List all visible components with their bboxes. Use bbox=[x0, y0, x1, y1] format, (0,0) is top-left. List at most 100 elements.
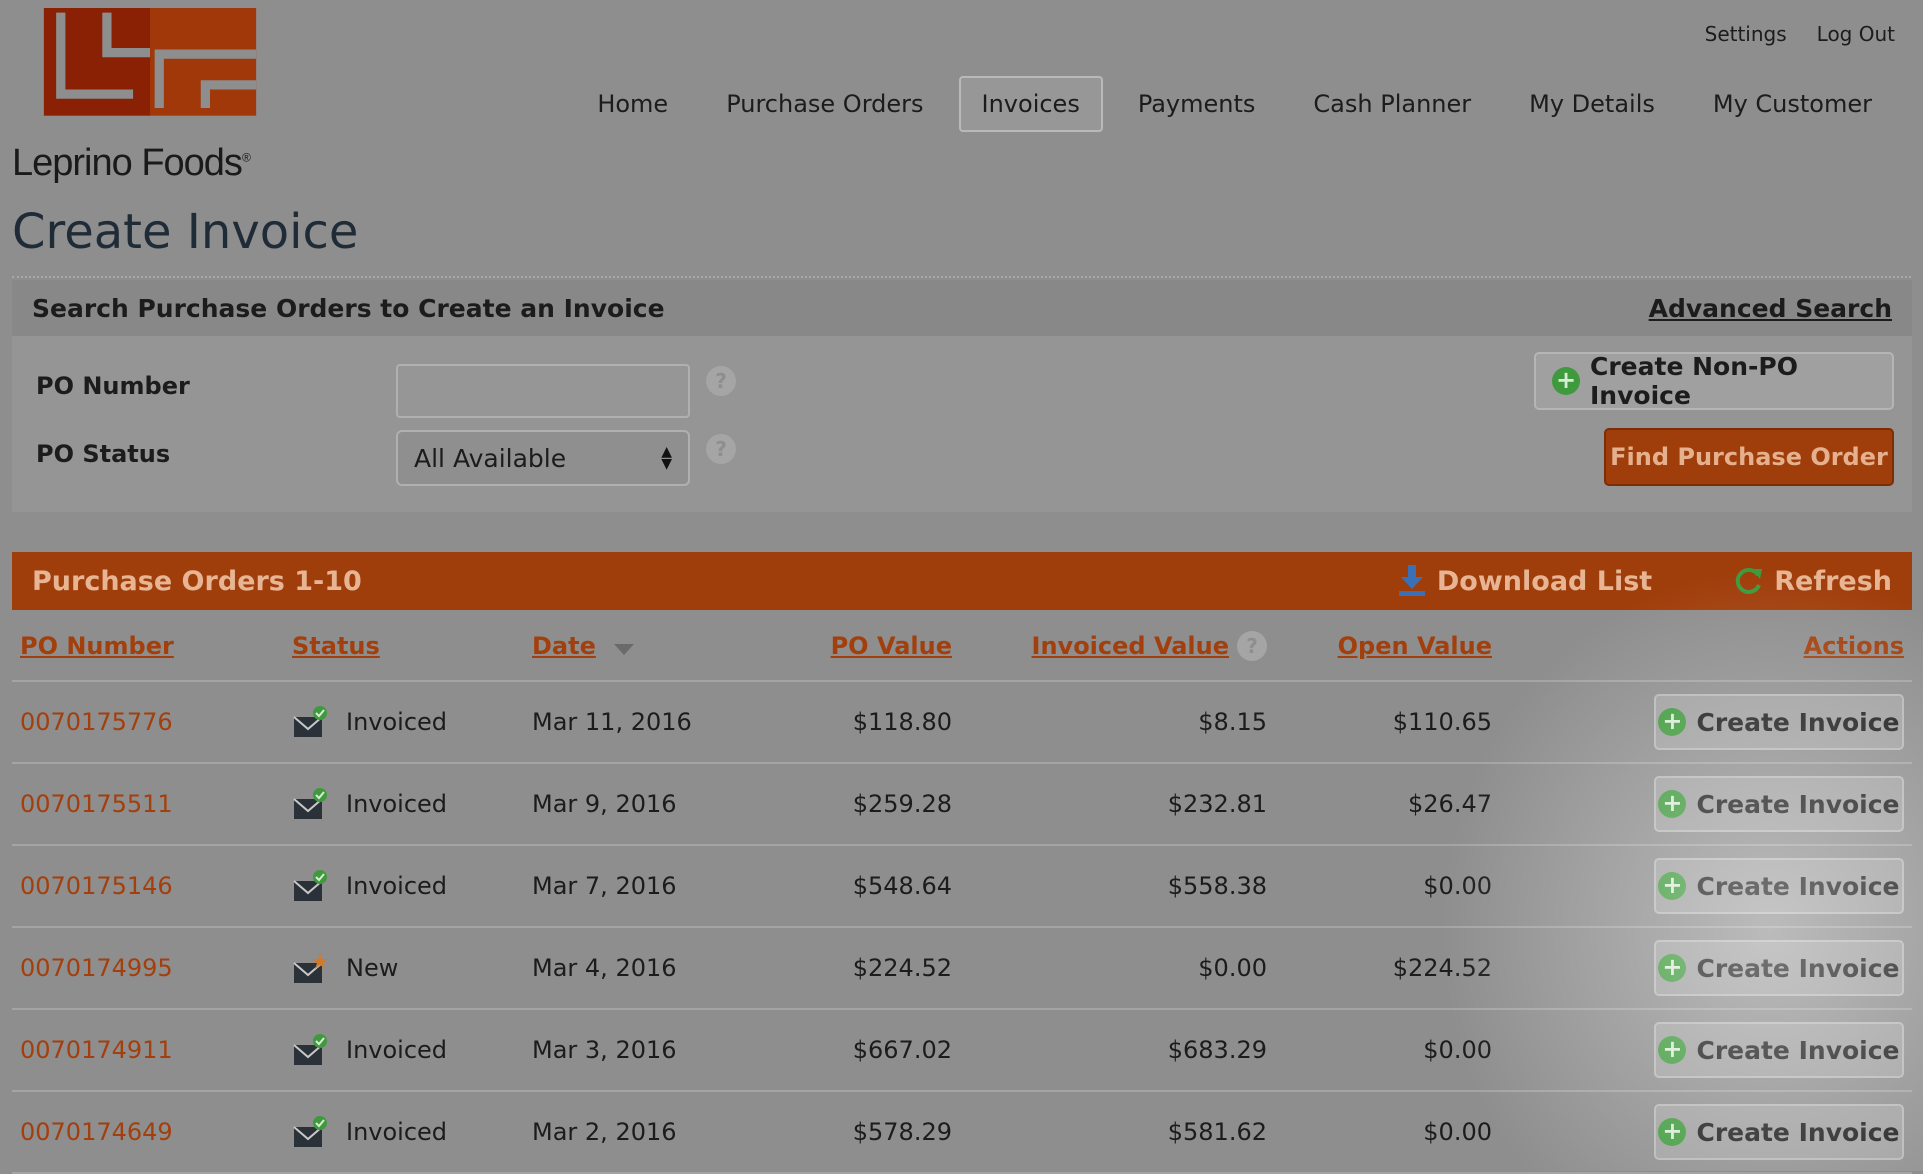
plus-circle-icon: + bbox=[1658, 1118, 1687, 1146]
create-invoice-label: Create Invoice bbox=[1696, 953, 1900, 983]
po-value-cell: $667.02 bbox=[852, 1036, 952, 1064]
po-value-cell: $118.80 bbox=[852, 708, 952, 736]
purchase-orders-count: Purchase Orders 1-10 bbox=[32, 565, 362, 597]
download-list-label: Download List bbox=[1436, 565, 1653, 597]
create-invoice-button[interactable]: + Create Invoice bbox=[1654, 694, 1904, 750]
open-value-cell: $0.00 bbox=[1423, 1036, 1492, 1064]
invoiced-value-cell: $8.15 bbox=[1198, 708, 1267, 736]
create-invoice-label: Create Invoice bbox=[1696, 1035, 1900, 1065]
create-invoice-button[interactable]: + Create Invoice bbox=[1654, 1104, 1904, 1160]
brand-name: Leprino Foods® bbox=[12, 142, 251, 184]
po-number-help-icon[interactable]: ? bbox=[706, 366, 736, 396]
create-non-po-invoice-label: Create Non-PO Invoice bbox=[1590, 352, 1798, 410]
create-non-po-invoice-button[interactable]: + Create Non-PO Invoice bbox=[1534, 352, 1894, 410]
refresh-button[interactable]: Refresh bbox=[1732, 565, 1892, 597]
col-date[interactable]: Date bbox=[532, 632, 596, 660]
po-number-link[interactable]: 0070175146 bbox=[20, 872, 173, 900]
col-actions[interactable]: Actions bbox=[1804, 632, 1904, 660]
create-invoice-button[interactable]: + Create Invoice bbox=[1654, 858, 1904, 914]
sort-desc-icon[interactable] bbox=[613, 644, 634, 655]
create-invoice-button[interactable]: + Create Invoice bbox=[1654, 1022, 1904, 1078]
nav-my-details[interactable]: My Details bbox=[1506, 76, 1678, 132]
po-status-selected: All Available bbox=[414, 443, 567, 473]
download-list-button[interactable]: Download List bbox=[1397, 565, 1652, 597]
table-body: 0070175776 Invoiced Mar 11, 2016 $118.80… bbox=[12, 682, 1912, 1174]
status-text: Invoiced bbox=[346, 872, 448, 900]
table-row: 0070174649 Invoiced Mar 2, 2016 $578.29 … bbox=[12, 1092, 1912, 1174]
create-invoice-label: Create Invoice bbox=[1696, 871, 1900, 901]
advanced-search-link[interactable]: Advanced Search bbox=[1649, 294, 1892, 323]
invoiced-value-cell: $683.29 bbox=[1167, 1036, 1267, 1064]
plus-circle-icon: + bbox=[1658, 872, 1687, 900]
plus-circle-icon: + bbox=[1658, 708, 1687, 736]
po-value-cell: $578.29 bbox=[852, 1118, 952, 1146]
open-value-cell: $0.00 bbox=[1423, 872, 1492, 900]
invoiced-value-help-icon[interactable]: ? bbox=[1237, 631, 1267, 661]
col-invoiced-value[interactable]: Invoiced Value bbox=[1032, 632, 1229, 660]
col-po-number[interactable]: PO Number bbox=[20, 632, 174, 660]
po-value-cell: $548.64 bbox=[852, 872, 952, 900]
logout-link[interactable]: Log Out bbox=[1817, 22, 1895, 46]
settings-link[interactable]: Settings bbox=[1705, 22, 1787, 46]
refresh-label: Refresh bbox=[1774, 565, 1892, 597]
table-row: 0070174995 New Mar 4, 2016 $224.52 $0.00… bbox=[12, 928, 1912, 1010]
nav-invoices[interactable]: Invoices bbox=[958, 76, 1103, 132]
po-number-input[interactable] bbox=[396, 364, 690, 418]
po-status-label: PO Status bbox=[36, 440, 171, 468]
search-panel-header: Search Purchase Orders to Create an Invo… bbox=[12, 280, 1912, 336]
refresh-icon bbox=[1736, 567, 1763, 594]
invoiced-value-cell: $581.62 bbox=[1167, 1118, 1267, 1146]
create-invoice-button[interactable]: + Create Invoice bbox=[1654, 940, 1904, 996]
date-cell: Mar 9, 2016 bbox=[532, 790, 677, 818]
nav-my-customer[interactable]: My Customer bbox=[1690, 76, 1895, 132]
invoiced-value-cell: $232.81 bbox=[1167, 790, 1267, 818]
po-status-select[interactable]: All Available ▲ ▼ bbox=[396, 430, 690, 486]
envelope-check-icon bbox=[292, 787, 328, 821]
col-status[interactable]: Status bbox=[292, 632, 380, 660]
col-open-value[interactable]: Open Value bbox=[1338, 632, 1492, 660]
plus-circle-icon: + bbox=[1658, 790, 1687, 818]
po-status-help-icon[interactable]: ? bbox=[706, 434, 736, 464]
download-icon bbox=[1398, 565, 1425, 596]
date-cell: Mar 11, 2016 bbox=[532, 708, 692, 736]
logo-mark-icon bbox=[43, 8, 257, 116]
envelope-check-icon bbox=[292, 705, 328, 739]
col-po-value[interactable]: PO Value bbox=[831, 632, 952, 660]
invoiced-value-cell: $558.38 bbox=[1167, 872, 1267, 900]
nav-cash-planner[interactable]: Cash Planner bbox=[1290, 76, 1494, 132]
date-cell: Mar 7, 2016 bbox=[532, 872, 677, 900]
po-number-link[interactable]: 0070175776 bbox=[20, 708, 173, 736]
envelope-check-icon bbox=[292, 869, 328, 903]
status-text: Invoiced bbox=[346, 708, 448, 736]
create-invoice-label: Create Invoice bbox=[1696, 1117, 1900, 1147]
po-number-label: PO Number bbox=[36, 372, 190, 400]
status-text: New bbox=[346, 954, 399, 982]
envelope-check-icon bbox=[292, 1033, 328, 1067]
nav-payments[interactable]: Payments bbox=[1115, 76, 1279, 132]
create-invoice-label: Create Invoice bbox=[1696, 707, 1900, 737]
utility-nav: Settings Log Out bbox=[1705, 22, 1895, 46]
plus-circle-icon: + bbox=[1658, 1036, 1687, 1064]
create-invoice-button[interactable]: + Create Invoice bbox=[1654, 776, 1904, 832]
po-number-link[interactable]: 0070174911 bbox=[20, 1036, 173, 1064]
table-row: 0070175776 Invoiced Mar 11, 2016 $118.80… bbox=[12, 682, 1912, 764]
date-cell: Mar 2, 2016 bbox=[532, 1118, 677, 1146]
table-row: 0070174911 Invoiced Mar 3, 2016 $667.02 … bbox=[12, 1010, 1912, 1092]
po-number-link[interactable]: 0070174649 bbox=[20, 1118, 173, 1146]
status-text: Invoiced bbox=[346, 790, 448, 818]
find-purchase-order-button[interactable]: Find Purchase Order bbox=[1604, 428, 1894, 486]
po-value-cell: $224.52 bbox=[852, 954, 952, 982]
po-number-link[interactable]: 0070174995 bbox=[20, 954, 173, 982]
page-title: Create Invoice bbox=[12, 204, 359, 260]
nav-purchase-orders[interactable]: Purchase Orders bbox=[703, 76, 946, 132]
envelope-new-icon bbox=[292, 951, 328, 985]
title-divider bbox=[12, 276, 1911, 278]
main-nav: Home Purchase Orders Invoices Payments C… bbox=[574, 76, 1895, 132]
table-row: 0070175146 Invoiced Mar 7, 2016 $548.64 … bbox=[12, 846, 1912, 928]
status-text: Invoiced bbox=[346, 1118, 448, 1146]
plus-circle-icon: + bbox=[1658, 954, 1687, 982]
nav-home[interactable]: Home bbox=[574, 76, 691, 132]
plus-circle-icon: + bbox=[1552, 367, 1580, 395]
status-text: Invoiced bbox=[346, 1036, 448, 1064]
po-number-link[interactable]: 0070175511 bbox=[20, 790, 173, 818]
